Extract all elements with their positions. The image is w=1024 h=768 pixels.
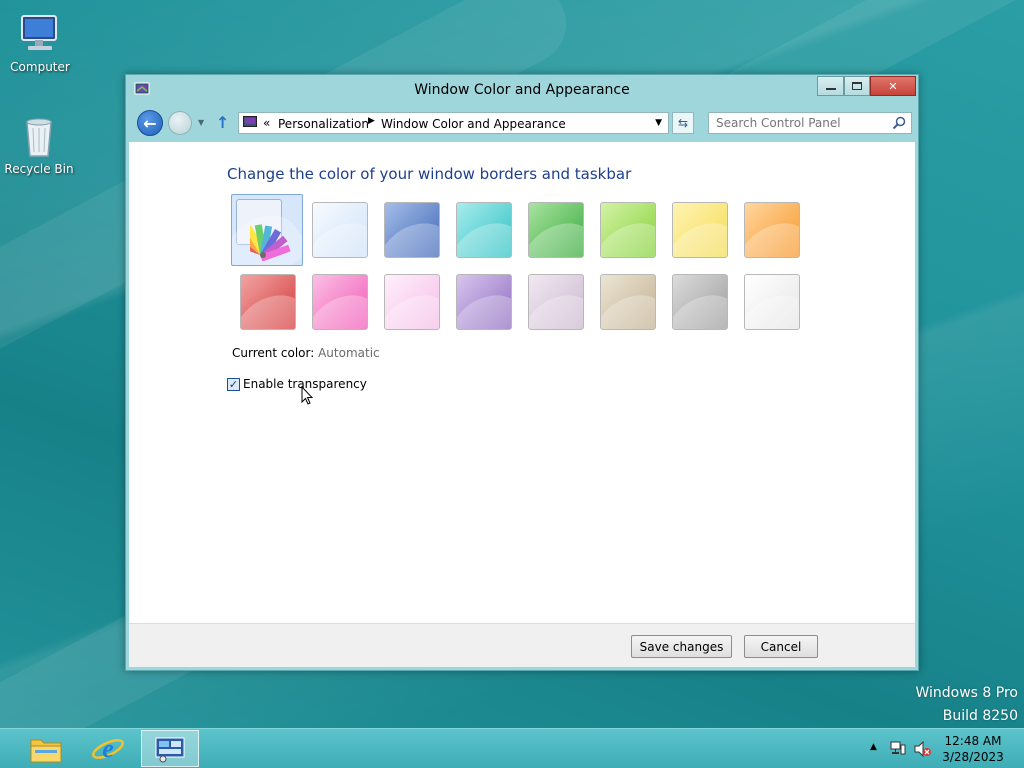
recycle-bin-label: Recycle Bin: [4, 162, 74, 176]
current-color-label: Current color:: [232, 346, 315, 360]
show-hidden-icons-icon[interactable]: ▲: [870, 742, 877, 752]
swatch-leaf[interactable]: [528, 202, 584, 258]
clock-time: 12:48 AM: [944, 734, 1002, 748]
recycle-bin-desktop-icon[interactable]: Recycle Bin: [1, 112, 77, 176]
save-changes-button[interactable]: Save changes: [631, 635, 732, 658]
taskbar: e ▲ 12:48 AM 3/28/2023: [0, 728, 1024, 768]
computer-label: Computer: [10, 60, 70, 74]
maximize-button[interactable]: [844, 76, 870, 96]
swatch-sun[interactable]: [672, 202, 728, 258]
breadcrumb-separator-icon[interactable]: ▶: [368, 116, 375, 126]
cancel-button[interactable]: Cancel: [744, 635, 818, 658]
minimize-icon: [825, 88, 836, 90]
refresh-button[interactable]: ⇆: [672, 112, 694, 134]
mouse-cursor-icon: [301, 386, 313, 405]
swatch-chocolate[interactable]: [528, 274, 584, 330]
close-icon: ✕: [888, 79, 898, 93]
swatch-automatic[interactable]: [231, 194, 303, 266]
os-watermark-line2: Build 8250: [942, 708, 1018, 724]
close-button[interactable]: ✕: [870, 76, 916, 96]
computer-desktop-icon[interactable]: Computer: [2, 10, 78, 74]
taskbar-internet-explorer[interactable]: e: [79, 730, 137, 767]
transparency-checkbox[interactable]: ✓: [227, 378, 240, 391]
breadcrumb-personalization[interactable]: Personalization: [278, 117, 369, 131]
swatch-sky[interactable]: [312, 202, 368, 258]
swatch-twilight[interactable]: [384, 202, 440, 258]
computer-icon: [16, 10, 64, 58]
taskbar-clock[interactable]: 12:48 AM 3/28/2023: [936, 733, 1010, 765]
notification-area: ▲: [866, 729, 936, 768]
swatch-blush[interactable]: [240, 274, 296, 330]
swatch-white[interactable]: [744, 274, 800, 330]
search-input[interactable]: [709, 113, 884, 133]
search-icon[interactable]: [892, 116, 906, 130]
address-bar[interactable]: « Personalization ▶ Window Color and App…: [238, 112, 669, 134]
current-color-text: Current color: Automatic: [232, 346, 380, 360]
file-explorer-icon: [30, 739, 62, 762]
svg-text:e: e: [102, 734, 114, 763]
swatch-lavender[interactable]: [384, 274, 440, 330]
control-panel-icon: [155, 737, 185, 762]
window-color-dialog: Window Color and Appearance ✕ ← ▼ ↑ « Pe…: [125, 74, 919, 671]
swatch-taupe[interactable]: [456, 274, 512, 330]
recent-pages-dropdown-icon[interactable]: ▼: [198, 118, 204, 127]
content-area: Change the color of your window borders …: [129, 142, 915, 623]
dialog-footer: Save changes Cancel: [129, 623, 915, 667]
color-fan-icon: [250, 224, 291, 261]
back-button[interactable]: ←: [137, 110, 163, 136]
volume-muted-icon[interactable]: [914, 740, 932, 758]
recycle-bin-icon: [15, 112, 63, 160]
taskbar-file-explorer[interactable]: [17, 730, 75, 767]
clock-date: 3/28/2023: [942, 750, 1004, 764]
search-box[interactable]: [708, 112, 912, 134]
swatch-lime[interactable]: [600, 202, 656, 258]
up-arrow-icon[interactable]: ↑: [216, 113, 229, 132]
swatch-pumpkin[interactable]: [744, 202, 800, 258]
refresh-icon: ⇆: [677, 116, 689, 130]
breadcrumb-window-color[interactable]: Window Color and Appearance: [381, 117, 566, 131]
navigation-bar: ← ▼ ↑ « Personalization ▶ Window Color a…: [126, 107, 918, 141]
window-title: Window Color and Appearance: [414, 82, 630, 98]
page-title: Change the color of your window borders …: [227, 165, 632, 183]
swatch-violet[interactable]: [312, 274, 368, 330]
internet-explorer-icon: e: [92, 734, 124, 763]
swatch-frost[interactable]: [672, 274, 728, 330]
os-watermark-line1: Windows 8 Pro: [915, 685, 1018, 701]
breadcrumb-prefix[interactable]: «: [263, 116, 270, 130]
minimize-button[interactable]: [817, 76, 844, 96]
back-arrow-icon: ←: [143, 113, 157, 133]
swatch-sea[interactable]: [456, 202, 512, 258]
maximize-icon: [852, 82, 862, 90]
taskbar-control-panel[interactable]: [141, 730, 199, 767]
control-panel-address-icon: [243, 116, 257, 128]
title-bar[interactable]: Window Color and Appearance ✕: [126, 75, 918, 105]
swatch-slate[interactable]: [600, 274, 656, 330]
network-icon[interactable]: [890, 741, 906, 755]
current-color-value: Automatic: [318, 346, 380, 360]
forward-button[interactable]: [168, 111, 192, 135]
address-dropdown-icon[interactable]: ▼: [655, 118, 662, 128]
